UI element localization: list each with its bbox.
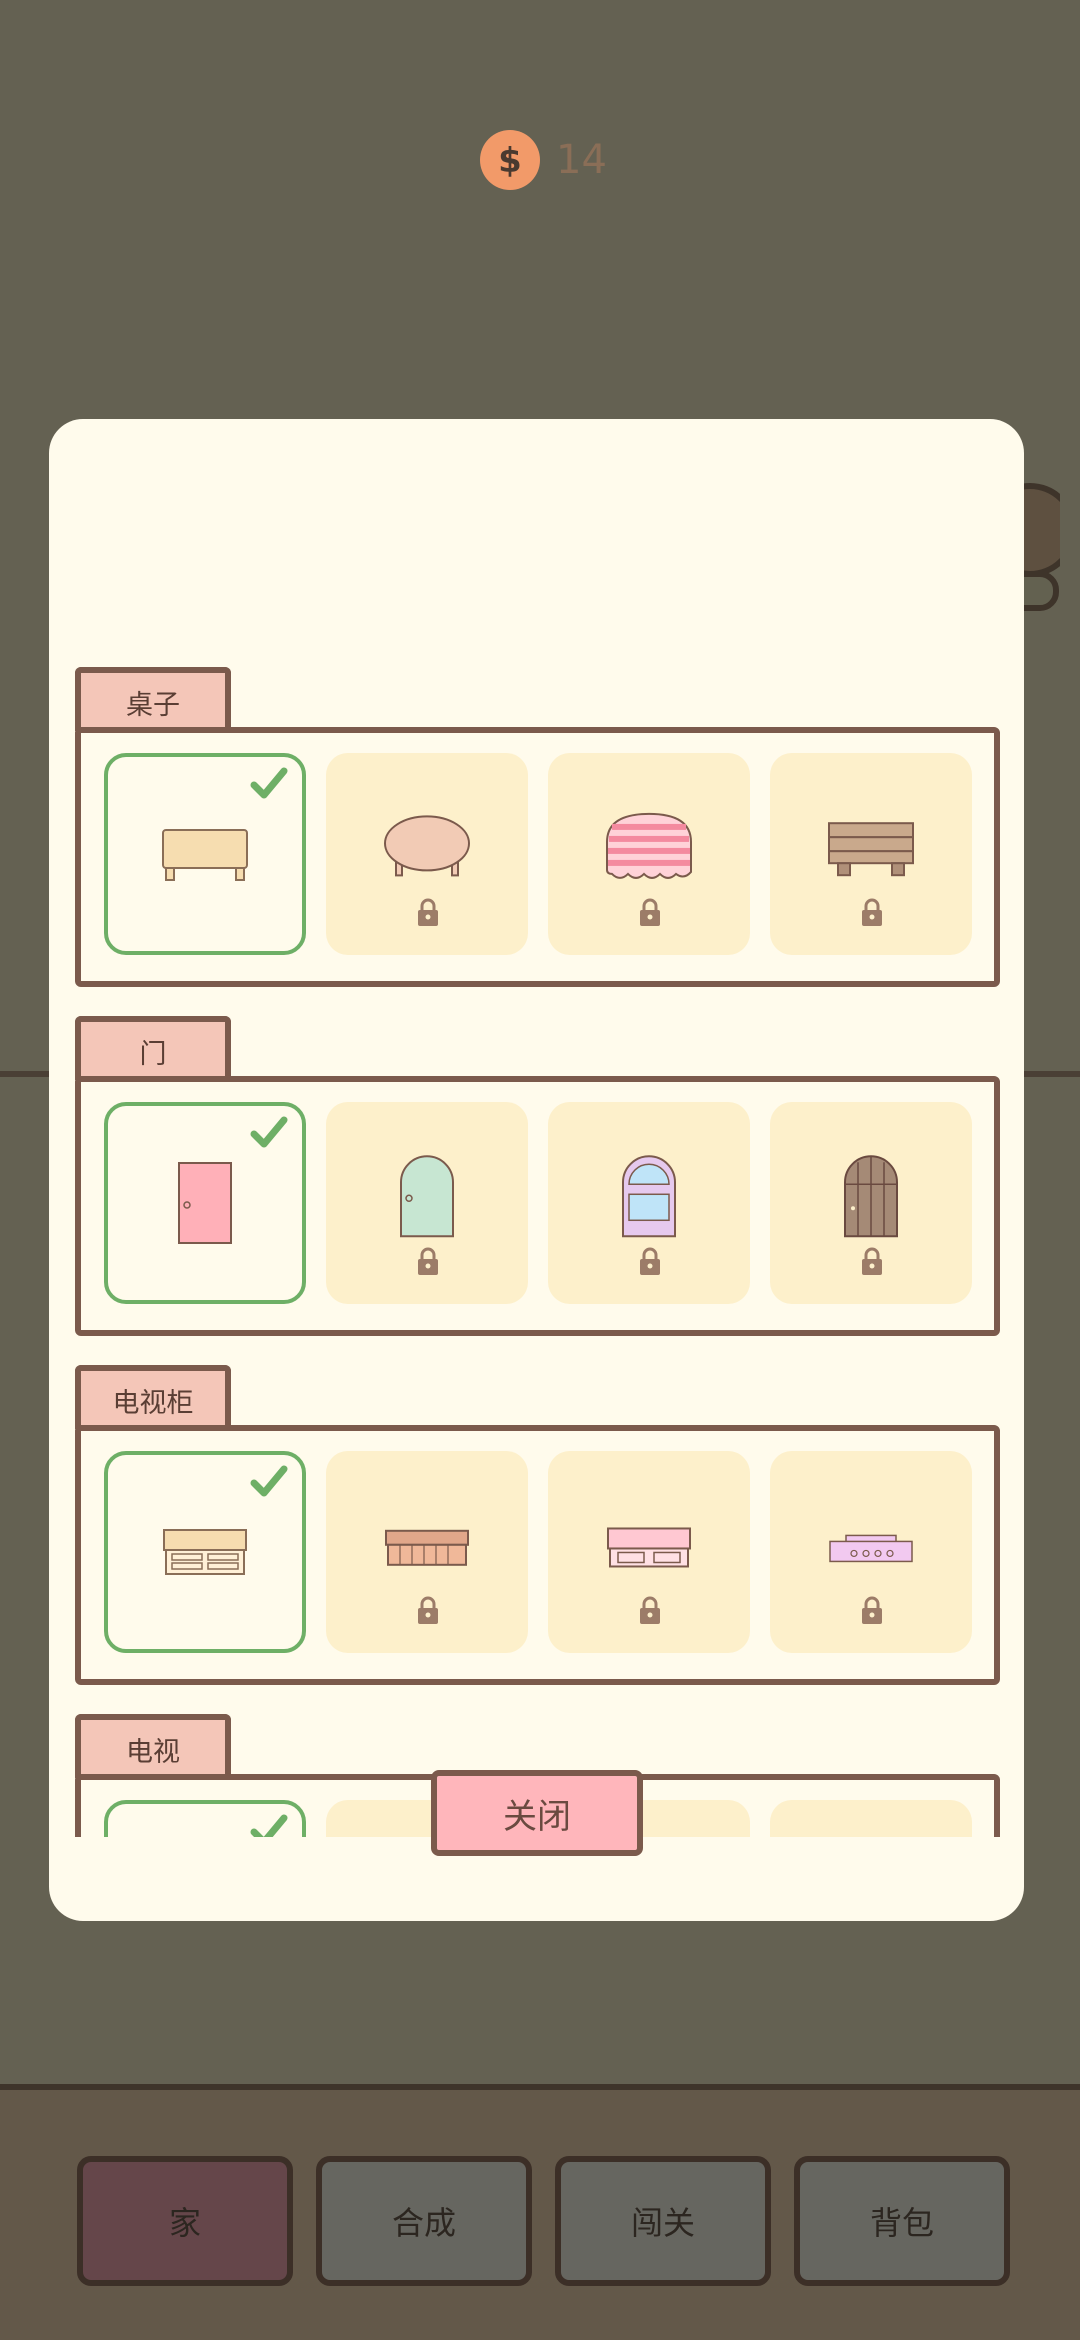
striped-tablecloth-table-icon [606,812,692,879]
rectangle-table-icon [162,829,248,881]
furniture-selection-modal: 桌子 门 电视柜 电视 关闭 [49,419,1024,1921]
lock-icon [862,898,882,926]
wooden-bench-table-icon [828,822,914,877]
item-mint-door[interactable] [326,1102,528,1304]
furniture-list[interactable]: 桌子 门 电视柜 电视 [49,539,1024,1837]
section-items [75,727,1000,987]
item-striped-table[interactable] [548,753,750,955]
section-tables: 桌子 [75,667,1000,987]
check-icon [250,1116,288,1148]
round-table-icon [384,815,470,877]
svg-text:$: $ [498,141,522,180]
pink-tv-stand-icon [607,1527,691,1568]
item-wooden-bench[interactable] [770,753,972,955]
section-title: 电视 [75,1714,231,1778]
nav-levels-button[interactable]: 闯关 [555,2156,771,2286]
item-tv[interactable] [104,1800,306,1837]
item-drawer-tv-stand[interactable] [104,1451,306,1653]
lock-icon [418,1596,438,1624]
coin-counter: $ 14 [480,130,607,190]
window-arch-door-icon [622,1155,676,1238]
item-pink-tv-stand[interactable] [548,1451,750,1653]
mint-arch-door-icon [400,1155,454,1238]
nav-home-button[interactable]: 家 [77,2156,293,2286]
item-window-door[interactable] [548,1102,750,1304]
item-wooden-door[interactable] [770,1102,972,1304]
wooden-arch-door-icon [844,1155,898,1238]
section-title: 桌子 [75,667,231,731]
lock-icon [418,898,438,926]
lock-icon [640,1596,660,1624]
section-tv-stands: 电视柜 [75,1365,1000,1685]
section-title: 电视柜 [75,1365,231,1429]
check-icon [250,767,288,799]
section-doors: 门 [75,1016,1000,1336]
section-title: 门 [75,1016,231,1080]
section-items [75,1425,1000,1685]
lilac-tv-stand-icon [829,1534,913,1563]
item-rectangle-table[interactable] [104,753,306,955]
nav-backpack-button[interactable]: 背包 [794,2156,1010,2286]
close-button[interactable]: 关闭 [431,1770,643,1856]
section-items [75,1076,1000,1336]
lock-icon [418,1247,438,1275]
dollar-coin-icon: $ [480,130,540,190]
lock-icon [640,898,660,926]
drawer-tv-stand-icon [163,1529,247,1575]
item-brown-tv-stand[interactable] [326,1451,528,1653]
item-tv[interactable] [770,1800,972,1837]
coin-amount: 14 [556,137,607,183]
lock-icon [862,1596,882,1624]
pink-door-icon [178,1162,232,1244]
item-round-table[interactable] [326,753,528,955]
check-icon [250,1814,288,1837]
check-icon [250,1465,288,1497]
nav-merge-button[interactable]: 合成 [316,2156,532,2286]
lock-icon [862,1247,882,1275]
lock-icon [640,1247,660,1275]
item-lilac-tv-stand[interactable] [770,1451,972,1653]
brown-tv-stand-icon [385,1529,469,1566]
item-pink-door[interactable] [104,1102,306,1304]
